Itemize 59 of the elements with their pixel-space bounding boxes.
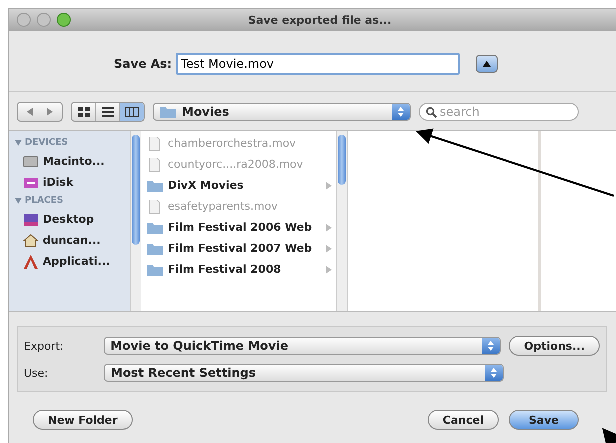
home-icon xyxy=(23,234,39,248)
expand-arrow-icon xyxy=(326,182,332,190)
search-input[interactable]: search xyxy=(440,105,560,119)
expand-arrow-icon xyxy=(326,266,332,274)
sidebar-scrollbar[interactable] xyxy=(130,131,141,311)
save-as-label: Save As: xyxy=(114,57,172,71)
zoom-button[interactable] xyxy=(57,13,71,27)
back-icon[interactable] xyxy=(25,107,35,117)
stepper-icon xyxy=(392,104,410,120)
stepper-icon xyxy=(482,338,500,354)
folder-icon xyxy=(147,242,163,254)
disclosure-icon[interactable] xyxy=(15,198,22,204)
triangle-icon xyxy=(482,60,492,68)
annotation-arrow xyxy=(602,428,616,443)
search-bar[interactable]: search xyxy=(419,103,579,121)
expand-button[interactable] xyxy=(476,55,498,73)
column-scrollbar[interactable] xyxy=(336,131,347,311)
column-view-icon[interactable] xyxy=(120,103,144,121)
folder-icon xyxy=(147,264,163,276)
back-forward-control[interactable] xyxy=(17,102,63,122)
search-icon xyxy=(426,106,437,118)
document-icon xyxy=(147,200,163,214)
document-icon xyxy=(147,136,163,150)
close-button[interactable] xyxy=(17,13,31,27)
sidebar-item[interactable]: iDisk xyxy=(43,176,74,189)
save-button[interactable]: Save xyxy=(509,410,579,430)
options-button[interactable]: Options... xyxy=(509,336,600,356)
folder-icon xyxy=(147,180,163,192)
desktop-icon xyxy=(23,212,39,226)
new-folder-button[interactable]: New Folder xyxy=(33,410,133,430)
folder-icon xyxy=(147,222,163,234)
applications-icon xyxy=(23,254,39,268)
window-title: Save exported file as... xyxy=(247,14,393,26)
stepper-icon xyxy=(485,365,503,381)
location-dropdown[interactable]: Movies xyxy=(153,103,411,121)
export-label: Export: xyxy=(24,340,65,352)
export-dropdown[interactable]: Movie to QuickTime Movie xyxy=(104,337,502,355)
sidebar-item[interactable]: Desktop xyxy=(43,213,94,226)
sidebar-item[interactable]: duncan... xyxy=(43,234,101,247)
sidebar-heading: DEVICES xyxy=(25,138,68,148)
filename-field[interactable]: Test Movie.mov xyxy=(176,53,460,75)
sidebar-item[interactable]: Applicati... xyxy=(43,255,110,268)
sidebar-heading: PLACES xyxy=(25,196,64,206)
minimize-button[interactable] xyxy=(37,13,51,27)
file-name[interactable]: Film Festival 2007 Web xyxy=(168,242,321,255)
disclosure-icon[interactable] xyxy=(15,140,22,146)
sidebar-item[interactable]: Macinto... xyxy=(43,155,105,168)
file-name[interactable]: Film Festival 2008 xyxy=(168,263,321,276)
forward-icon[interactable] xyxy=(45,107,55,117)
hard-drive-icon xyxy=(23,154,39,168)
settings-dropdown[interactable]: Most Recent Settings xyxy=(104,364,504,382)
file-name[interactable]: Film Festival 2006 Web xyxy=(168,221,321,234)
expand-arrow-icon xyxy=(326,224,332,232)
document-icon xyxy=(147,158,163,172)
use-label: Use: xyxy=(24,366,50,380)
file-name[interactable]: DivX Movies xyxy=(168,179,321,192)
expand-arrow-icon xyxy=(326,244,332,252)
cancel-button[interactable]: Cancel xyxy=(428,410,499,430)
folder-icon xyxy=(160,106,176,118)
